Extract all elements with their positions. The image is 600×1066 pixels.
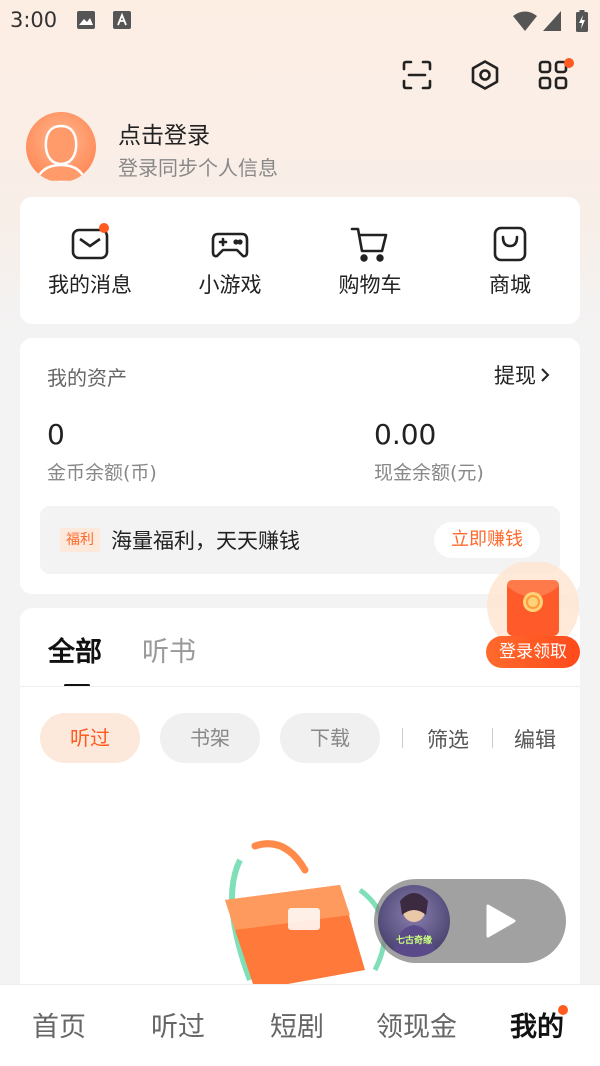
quick-item-cart[interactable]: 购物车 [300, 197, 440, 324]
quick-item-games[interactable]: 小游戏 [160, 197, 300, 324]
divider [492, 728, 493, 748]
status-bar: 3:00 [0, 0, 600, 42]
signal-icon [543, 11, 561, 31]
app-notification-icon [113, 11, 131, 29]
edit-button[interactable]: 编辑 [514, 724, 556, 754]
redpack-label: 登录领取 [486, 636, 580, 668]
battery-icon [576, 10, 588, 32]
top-actions [398, 56, 574, 94]
coins-label: 金币余额(币) [47, 462, 157, 484]
bonus-text: 海量福利，天天赚钱 [111, 529, 300, 553]
withdraw-link[interactable]: 提现 [494, 360, 550, 390]
mini-player[interactable]: 七古奇缘 [374, 879, 566, 963]
filter-button[interactable]: 筛选 [427, 724, 469, 754]
quick-item-label: 购物车 [338, 273, 402, 297]
nav-mine-dot [558, 1005, 568, 1015]
player-cover-art[interactable]: 七古奇缘 [378, 885, 450, 957]
login-subtitle: 登录同步个人信息 [118, 156, 278, 180]
wifi-icon [513, 11, 537, 31]
message-badge-dot [99, 223, 109, 233]
withdraw-label: 提现 [494, 364, 536, 388]
avatar[interactable] [26, 112, 96, 182]
earn-now-button[interactable]: 立即赚钱 [434, 522, 540, 558]
quick-item-messages[interactable]: 我的消息 [20, 197, 160, 324]
login-title[interactable]: 点击登录 [118, 116, 210, 150]
nav-earn-cash[interactable]: 领现金 [376, 1005, 457, 1044]
nav-short-drama[interactable]: 短剧 [270, 1005, 324, 1044]
login-profile[interactable]: 点击登录 登录同步个人信息 [26, 112, 546, 184]
scan-icon [402, 60, 432, 90]
image-icon [77, 11, 95, 29]
quick-item-store[interactable]: 商城 [440, 197, 580, 324]
login-reward-redpack[interactable]: 登录领取 [483, 560, 583, 670]
quick-item-label: 我的消息 [48, 273, 132, 297]
chip-history[interactable]: 听过 [40, 713, 140, 763]
more-apps-button[interactable] [534, 56, 574, 94]
assets-card: 我的资产 提现 0 金币余额(币) 0.00 现金余额(元) 福利 海量福利，天… [20, 338, 580, 594]
scan-button[interactable] [398, 56, 436, 94]
default-avatar-icon [34, 124, 88, 182]
divider [402, 728, 403, 748]
bottom-navigation: 首页 听过 短剧 领现金 我的 [0, 984, 600, 1066]
quick-item-label: 小游戏 [198, 273, 262, 297]
chip-downloads[interactable]: 下载 [280, 713, 380, 763]
quick-actions-card: 我的消息 小游戏 购物车 商城 [20, 197, 580, 324]
cover-title: 七古奇缘 [395, 936, 432, 946]
quick-item-label: 商城 [489, 273, 531, 297]
play-icon[interactable] [482, 903, 518, 939]
assets-title: 我的资产 [47, 366, 127, 390]
nav-home[interactable]: 首页 [32, 1005, 86, 1044]
notification-dot [564, 58, 574, 68]
bonus-tag: 福利 [60, 528, 100, 552]
tab-all[interactable]: 全部 [48, 630, 102, 669]
chip-bookshelf[interactable]: 书架 [160, 713, 260, 763]
status-time: 3:00 [10, 8, 58, 32]
cash-value[interactable]: 0.00 [374, 418, 436, 451]
nav-mine[interactable]: 我的 [510, 1005, 564, 1044]
chevron-right-icon [541, 368, 550, 382]
bonus-banner[interactable]: 福利 海量福利，天天赚钱 立即赚钱 [40, 506, 560, 574]
cover-figure-art [392, 893, 436, 957]
settings-icon [471, 60, 499, 90]
nav-history[interactable]: 听过 [151, 1005, 205, 1044]
shopping-bag-icon [493, 226, 527, 262]
tab-divider [20, 686, 580, 687]
cart-icon [350, 227, 388, 262]
cash-label: 现金余额(元) [374, 462, 484, 484]
tab-audiobooks[interactable]: 听书 [142, 630, 196, 669]
coins-value[interactable]: 0 [47, 418, 65, 451]
settings-button[interactable] [466, 56, 504, 94]
gamepad-icon [211, 232, 249, 258]
